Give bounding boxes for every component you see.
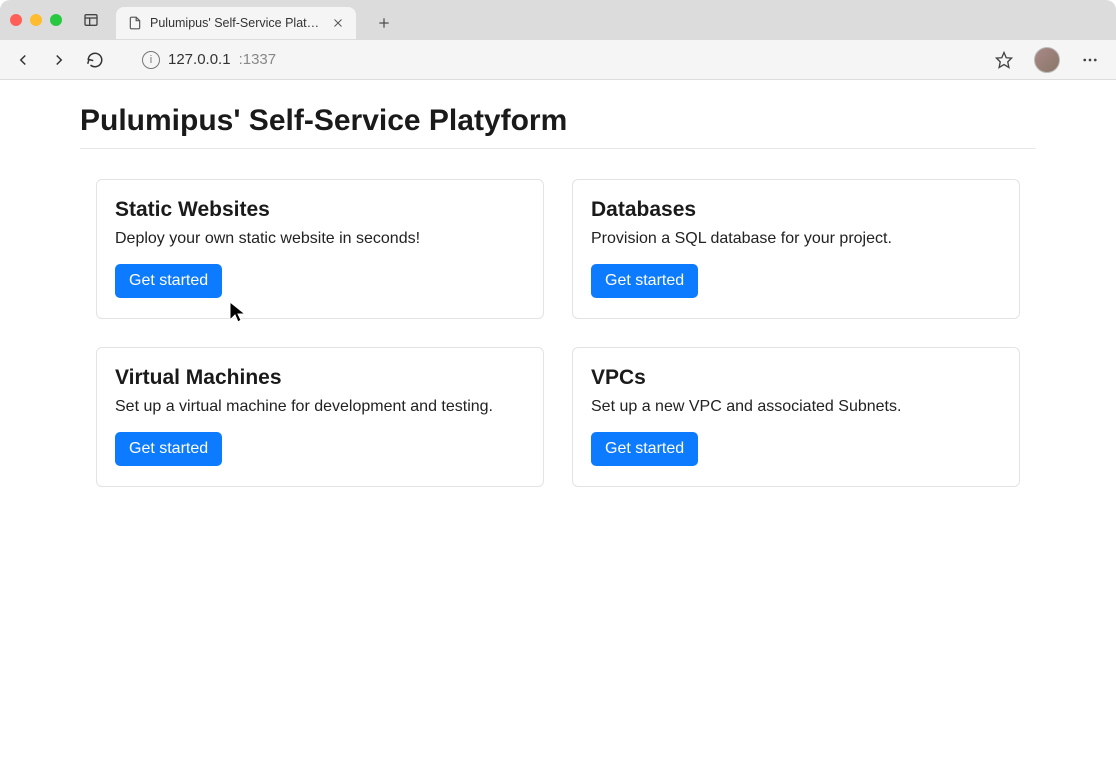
window-controls	[10, 14, 62, 26]
card-static-websites: Static Websites Deploy your own static w…	[96, 179, 544, 319]
reload-button[interactable]	[86, 51, 104, 69]
card-virtual-machines: Virtual Machines Set up a virtual machin…	[96, 347, 544, 487]
site-info-icon[interactable]: i	[142, 51, 160, 69]
more-menu-icon[interactable]	[1078, 48, 1102, 72]
card-description: Provision a SQL database for your projec…	[591, 230, 1001, 248]
card-description: Deploy your own static website in second…	[115, 230, 525, 248]
browser-tab-active[interactable]: Pulumipus' Self-Service Platyf...	[116, 7, 356, 39]
card-vpcs: VPCs Set up a new VPC and associated Sub…	[572, 347, 1020, 487]
address-bar[interactable]: i 127.0.0.1 :1337	[142, 51, 276, 69]
close-tab-icon[interactable]	[332, 17, 344, 29]
tab-layout-icon[interactable]	[82, 11, 100, 29]
window-close-button[interactable]	[10, 14, 22, 26]
get-started-button[interactable]: Get started	[115, 264, 222, 298]
card-title: VPCs	[591, 366, 1001, 390]
card-title: Virtual Machines	[115, 366, 525, 390]
url-port: :1337	[239, 51, 277, 68]
card-description: Set up a new VPC and associated Subnets.	[591, 398, 1001, 416]
browser-tab-strip: Pulumipus' Self-Service Platyf...	[0, 0, 1116, 40]
tab-title: Pulumipus' Self-Service Platyf...	[150, 16, 324, 30]
window-minimize-button[interactable]	[30, 14, 42, 26]
profile-avatar[interactable]	[1034, 47, 1060, 73]
card-title: Databases	[591, 198, 1001, 222]
page-title: Pulumipus' Self-Service Platyform	[80, 104, 1036, 149]
get-started-button[interactable]: Get started	[591, 432, 698, 466]
page-content: Pulumipus' Self-Service Platyform Static…	[0, 80, 1116, 527]
card-title: Static Websites	[115, 198, 525, 222]
page-icon	[128, 16, 142, 30]
new-tab-button[interactable]	[372, 11, 396, 35]
card-databases: Databases Provision a SQL database for y…	[572, 179, 1020, 319]
url-host: 127.0.0.1	[168, 51, 231, 68]
favorites-icon[interactable]	[992, 48, 1016, 72]
forward-button[interactable]	[50, 51, 68, 69]
back-button[interactable]	[14, 51, 32, 69]
card-description: Set up a virtual machine for development…	[115, 398, 525, 416]
window-maximize-button[interactable]	[50, 14, 62, 26]
get-started-button[interactable]: Get started	[591, 264, 698, 298]
service-cards-grid: Static Websites Deploy your own static w…	[80, 179, 1036, 487]
get-started-button[interactable]: Get started	[115, 432, 222, 466]
browser-toolbar: i 127.0.0.1 :1337	[0, 40, 1116, 80]
